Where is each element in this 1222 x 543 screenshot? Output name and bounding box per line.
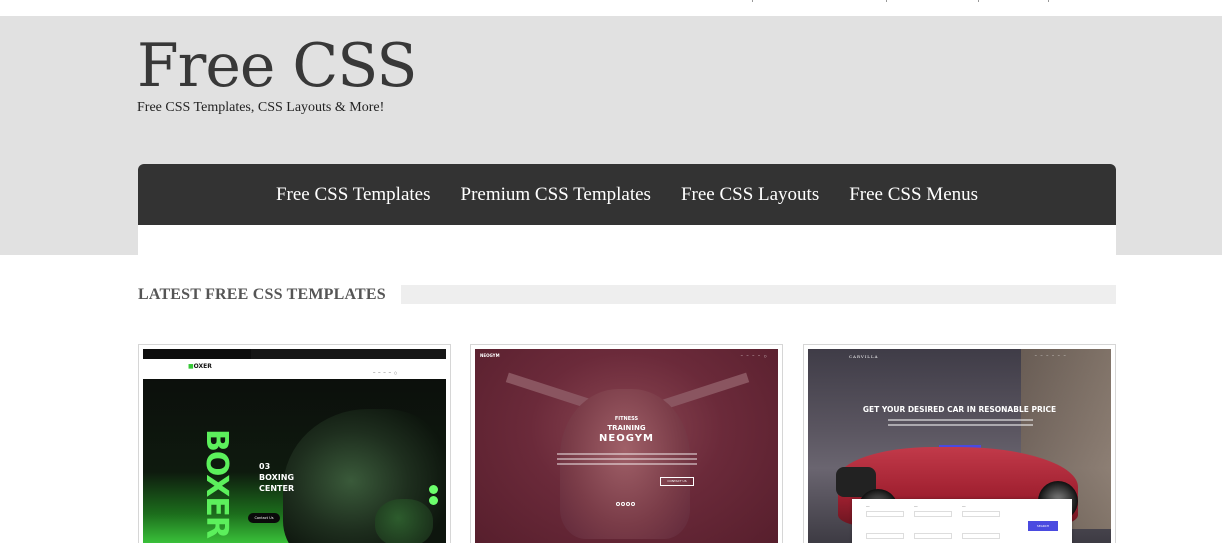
section-divider <box>400 285 1116 304</box>
section-title: LATEST FREE CSS TEMPLATES <box>138 285 386 303</box>
top-links <box>748 0 1058 2</box>
thumb-logo: CARVILLA <box>849 354 879 359</box>
site-title[interactable]: Free CSS <box>137 32 417 100</box>
thumb-hero-text <box>557 453 697 468</box>
thumb-menu: ─ ─ ─ ─ ○ <box>740 354 768 358</box>
thumb-hero-text <box>888 419 1033 429</box>
thumb-search-button: SEARCH <box>1028 521 1058 531</box>
nav-free-css-layouts[interactable]: Free CSS Layouts <box>681 184 819 206</box>
thumb-nav: NEOGYM ─ ─ ─ ─ ○ <box>475 349 778 363</box>
template-thumbnail[interactable]: NEOGYM ─ ─ ─ ─ ○ FITNESS TRAINING NEOGYM… <box>475 349 778 543</box>
nav-underpanel <box>138 225 1116 255</box>
thumb-vertical-title: BOXER <box>199 429 234 539</box>
thumb-slider-dots <box>616 491 636 510</box>
thumb-hero-title: FITNESS TRAINING NEOGYM <box>599 416 654 444</box>
boxing-glove <box>375 499 433 543</box>
thumb-search-form: ── ── ── SEARCH <box>852 499 1072 543</box>
template-card-boxer[interactable]: ■OXER ─ ─ ─ ─ ○ BOXER 03 BOXING CENTER C… <box>138 344 451 543</box>
template-card-neogym[interactable]: NEOGYM ─ ─ ─ ─ ○ FITNESS TRAINING NEOGYM… <box>470 344 783 543</box>
template-thumbnail[interactable]: ■OXER ─ ─ ─ ─ ○ BOXER 03 BOXING CENTER C… <box>143 349 446 543</box>
nav-free-css-menus[interactable]: Free CSS Menus <box>849 184 978 206</box>
thumb-contact-button: Contact Us <box>248 513 280 523</box>
top-bar <box>0 0 1222 16</box>
thumb-menu: ─ ─ ─ ─ ─ ─ <box>1034 354 1067 358</box>
thumb-caption: 03 BOXING CENTER <box>259 462 295 493</box>
template-thumbnail[interactable]: CARVILLA ─ ─ ─ ─ ─ ─ GET YOUR DESIRED CA… <box>808 349 1111 543</box>
brand: Free CSS Free CSS Templates, CSS Layouts… <box>137 32 417 116</box>
thumb-contact-button: CONTACT US <box>660 477 694 486</box>
section-header: LATEST FREE CSS TEMPLATES <box>138 285 1116 304</box>
thumb-nav: CARVILLA ─ ─ ─ ─ ─ ─ <box>808 349 1111 363</box>
thumb-menu: ─ ─ ─ ─ ○ <box>373 371 398 375</box>
nav-premium-css-templates[interactable]: Premium CSS Templates <box>461 184 651 206</box>
thumb-hero: BOXER 03 BOXING CENTER Contact Us <box>143 379 446 543</box>
main-nav: Free CSS Templates Premium CSS Templates… <box>138 164 1116 225</box>
thumb-logo: NEOGYM <box>480 353 500 358</box>
template-card-carvilla[interactable]: CARVILLA ─ ─ ─ ─ ─ ─ GET YOUR DESIRED CA… <box>803 344 1116 543</box>
site-tagline: Free CSS Templates, CSS Layouts & More! <box>137 100 385 115</box>
thumb-headline: GET YOUR DESIRED CAR IN RESONABLE PRICE <box>862 405 1057 414</box>
thumb-logo: ■OXER <box>188 363 212 370</box>
thumb-topbar <box>143 349 446 359</box>
thumb-nav: ■OXER ─ ─ ─ ─ ○ <box>143 359 446 379</box>
thumb-slider-dots <box>429 485 438 507</box>
nav-free-css-templates[interactable]: Free CSS Templates <box>276 184 431 206</box>
